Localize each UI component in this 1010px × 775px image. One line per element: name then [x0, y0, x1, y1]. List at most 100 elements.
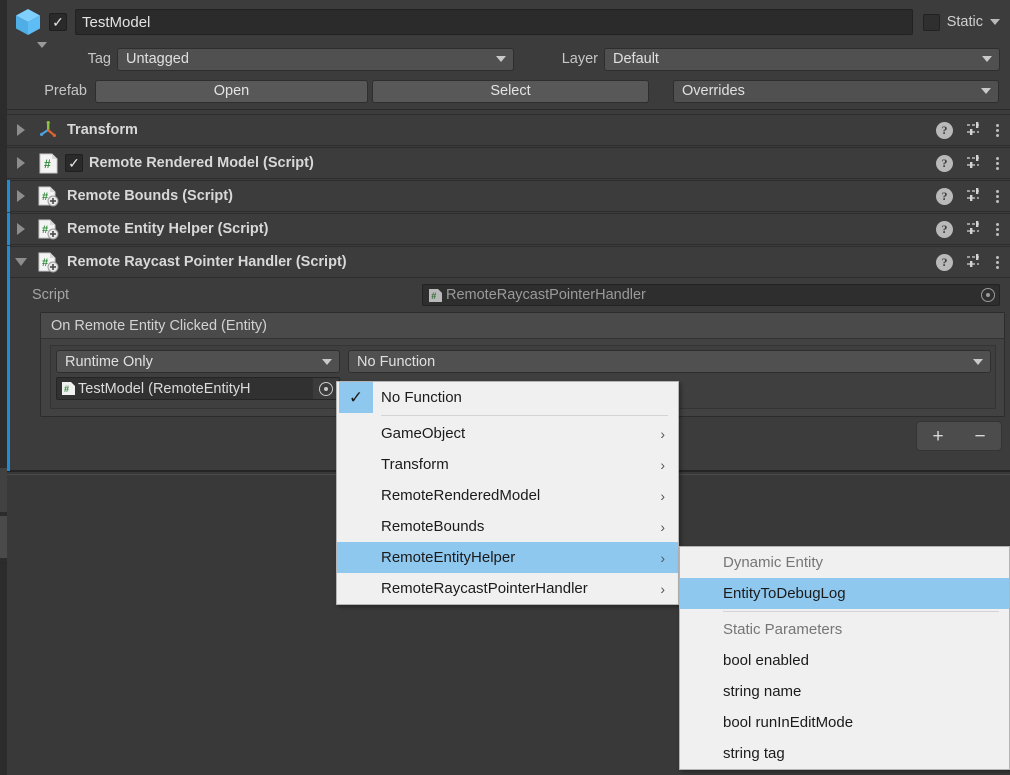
remove-callback-button[interactable]: − [960, 427, 1000, 446]
kebab-menu-icon[interactable] [996, 222, 999, 236]
foldout-toggle[interactable] [7, 258, 35, 266]
gameobject-name-field[interactable]: TestModel [75, 9, 913, 35]
preset-sliders-icon[interactable] [966, 187, 983, 206]
component-enabled-checkbox[interactable]: ✓ [65, 154, 83, 172]
callback-mode-dropdown[interactable]: Runtime Only [56, 350, 340, 373]
gameobject-name-row: ✓ TestModel Static [7, 6, 1010, 48]
chevron-right-icon [17, 157, 25, 169]
gutter-fragment [0, 468, 7, 512]
help-icon[interactable]: ? [936, 187, 953, 205]
help-icon[interactable]: ? [936, 220, 953, 238]
preset-sliders-icon[interactable] [966, 154, 983, 173]
gameobject-header: ✓ TestModel Static Tag Untagged Layer De… [7, 0, 1010, 110]
kebab-menu-icon[interactable] [996, 156, 999, 170]
kebab-menu-icon[interactable] [996, 123, 999, 137]
prefab-select-button[interactable]: Select [372, 79, 649, 103]
svg-text:#: # [431, 291, 436, 301]
component-title: Remote Raycast Pointer Handler (Script) [67, 254, 347, 270]
component-row-remote-entity-helper[interactable]: # Remote Entity Helper (Script) ? [7, 213, 1010, 245]
tag-dropdown[interactable]: Untagged [117, 47, 514, 71]
script-object-field[interactable]: # RemoteRaycastPointerHandler [422, 284, 1000, 306]
kebab-menu-icon[interactable] [996, 189, 999, 203]
transform-axis-icon [35, 120, 61, 140]
help-icon[interactable]: ? [936, 154, 953, 172]
chevron-down-icon [981, 88, 991, 94]
script-icon: # [35, 153, 61, 174]
chevron-right-icon [17, 124, 25, 136]
submenu-item-string-name[interactable]: string name [680, 676, 1009, 707]
layer-value: Default [613, 51, 659, 67]
component-row-tools: ? [936, 253, 1010, 272]
prefab-overrides-dropdown[interactable]: Overrides [673, 79, 999, 103]
callback-mode-value: Runtime Only [65, 353, 153, 370]
preset-sliders-icon[interactable] [966, 121, 983, 140]
menu-item-remoteentityhelper[interactable]: RemoteEntityHelper › [337, 542, 678, 573]
callback-function-dropdown[interactable]: No Function [348, 350, 991, 373]
script-add-icon: # [35, 252, 61, 273]
object-picker-icon[interactable] [981, 288, 995, 302]
gameobject-active-checkbox[interactable]: ✓ [49, 13, 67, 31]
script-add-icon: # [35, 186, 61, 207]
function-dropdown-menu: ✓ No Function GameObject › Transform › R… [336, 381, 679, 605]
foldout-toggle[interactable] [7, 124, 35, 136]
foldout-toggle[interactable] [7, 190, 35, 202]
menu-separator [381, 415, 668, 416]
prefab-label: Prefab [44, 83, 87, 99]
svg-text:#: # [64, 384, 69, 394]
prefab-cube-icon[interactable] [7, 6, 49, 48]
script-icon: # [429, 288, 442, 302]
svg-text:#: # [42, 191, 48, 203]
menu-item-label: RemoteEntityHelper [381, 549, 516, 566]
component-row-tools: ? [936, 154, 1010, 173]
chevron-down-icon [973, 358, 983, 365]
submenu-item-string-tag[interactable]: string tag [680, 738, 1009, 769]
static-checkbox[interactable] [922, 13, 940, 31]
menu-item-remoterenderedmodel[interactable]: RemoteRenderedModel › [337, 480, 678, 511]
callback-object-field[interactable]: # TestModel (RemoteEntityH [56, 377, 340, 400]
component-row-remote-raycast-pointer-handler[interactable]: # Remote Raycast Pointer Handler (Script… [7, 246, 1010, 278]
chevron-down-icon [322, 358, 332, 365]
menu-item-label: No Function [381, 389, 462, 406]
menu-check-highlight: ✓ [339, 382, 373, 413]
submenu-item-bool-runineditmode[interactable]: bool runInEditMode [680, 707, 1009, 738]
component-row-transform[interactable]: Transform ? [7, 114, 1010, 146]
menu-item-no-function[interactable]: ✓ No Function [337, 382, 678, 413]
layer-dropdown[interactable]: Default [604, 47, 1000, 71]
foldout-toggle[interactable] [7, 157, 35, 169]
kebab-menu-icon[interactable] [996, 255, 999, 269]
menu-item-gameobject[interactable]: GameObject › [337, 418, 678, 449]
menu-item-label: RemoteRenderedModel [381, 487, 541, 504]
help-icon[interactable]: ? [936, 121, 953, 139]
event-list-buttons: + − [916, 421, 1002, 451]
component-row-tools: ? [936, 220, 1010, 239]
component-row-remote-bounds[interactable]: # Remote Bounds (Script) ? [7, 180, 1010, 212]
component-title: Transform [67, 122, 138, 138]
help-icon[interactable]: ? [936, 253, 953, 271]
menu-item-remotebounds[interactable]: RemoteBounds › [337, 511, 678, 542]
component-title: Remote Bounds (Script) [67, 188, 233, 204]
component-row-tools: ? [936, 121, 1010, 140]
tag-layer-row: Tag Untagged Layer Default [7, 46, 1010, 72]
static-chevron-down-icon[interactable] [990, 19, 1000, 25]
chevron-down-icon [982, 56, 992, 62]
add-callback-button[interactable]: + [918, 427, 958, 446]
component-row-remote-rendered-model[interactable]: # ✓ Remote Rendered Model (Script) ? [7, 147, 1010, 179]
layer-label: Layer [561, 51, 598, 67]
submenu-item-label: bool runInEditMode [723, 714, 854, 731]
preset-sliders-icon[interactable] [966, 253, 983, 272]
static-control[interactable]: Static [922, 13, 1000, 31]
script-field-row: Script # RemoteRaycastPointerHandler [7, 283, 1010, 307]
foldout-toggle[interactable] [7, 223, 35, 235]
submenu-item-bool-enabled[interactable]: bool enabled [680, 645, 1009, 676]
menu-item-transform[interactable]: Transform › [337, 449, 678, 480]
component-selection-bar [7, 180, 10, 212]
left-panel-gutter [0, 0, 7, 775]
menu-item-remoteraycastpointerhandler[interactable]: RemoteRaycastPointerHandler › [337, 573, 678, 604]
menu-item-label: GameObject [381, 425, 466, 442]
component-selection-bar [7, 213, 10, 245]
submenu-item-entitytodebuglog[interactable]: EntityToDebugLog [680, 578, 1009, 609]
chevron-down-icon [15, 258, 27, 266]
chevron-right-icon [17, 190, 25, 202]
preset-sliders-icon[interactable] [966, 220, 983, 239]
prefab-open-button[interactable]: Open [95, 79, 368, 103]
